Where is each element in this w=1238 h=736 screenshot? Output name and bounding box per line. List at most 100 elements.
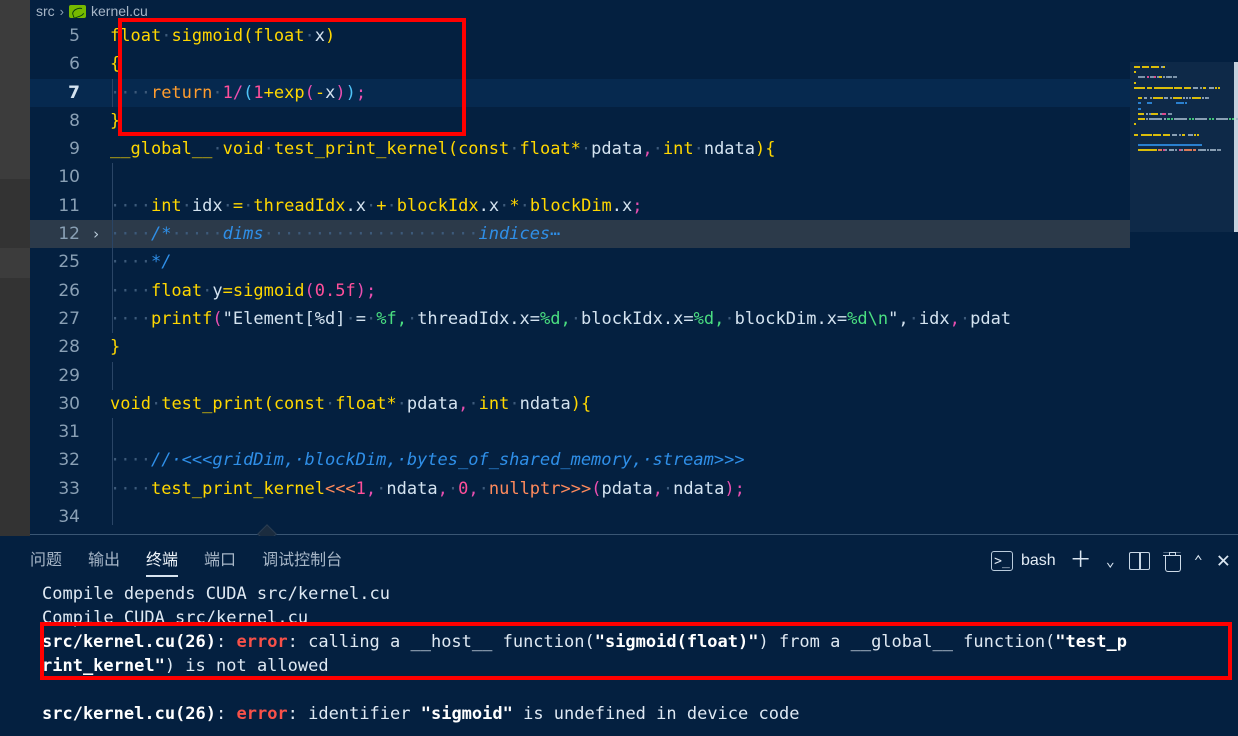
code-line-11[interactable]: 11 ····int·idx·=·threadIdx.x·+·blockIdx.x… <box>30 191 1238 221</box>
new-terminal-button[interactable]: ＋ <box>1070 550 1092 572</box>
code-text: { <box>110 54 121 75</box>
line-number: 34 <box>58 507 80 525</box>
close-panel-button[interactable]: ✕ <box>1217 550 1230 572</box>
minimap-token <box>1138 107 1141 110</box>
split-terminal-button[interactable] <box>1128 552 1150 570</box>
panel-tab-4[interactable]: 调试控制台 <box>262 546 342 577</box>
minimap-token <box>1147 86 1152 89</box>
code-line-31[interactable]: 31 <box>30 418 1238 447</box>
chevron-up-icon: ⌃ <box>1193 551 1203 570</box>
minimap-token <box>1184 102 1187 105</box>
panel-tab-2[interactable]: 终端 <box>146 546 179 577</box>
code-text: void·test_print(const·float*·pdata,·int·… <box>110 393 592 414</box>
terminal-chevron-icon: >_ <box>990 551 1013 571</box>
indent-guide <box>112 446 113 475</box>
minimap-token <box>1134 123 1136 126</box>
code-text: __global__·void·test_print_kernel(const·… <box>110 139 776 160</box>
split-terminal-icon <box>1128 552 1150 570</box>
terminal-output[interactable]: Compile depends CUDA src/kernel.cu Compil… <box>30 582 1238 736</box>
minimap-token <box>1138 118 1145 120</box>
editor-minimap[interactable] <box>1130 0 1238 525</box>
minimap-token <box>1149 97 1152 100</box>
panel-tab-3[interactable]: 端口 <box>204 546 236 577</box>
terminal-line: src/kernel.cu(26): error: calling a __ho… <box>42 632 1127 652</box>
breadcrumb-folder[interactable]: src <box>36 3 55 19</box>
minimap-token <box>1217 86 1220 89</box>
editor-panel-sash[interactable] <box>30 534 1238 535</box>
code-line-10[interactable]: 10 <box>30 163 1238 192</box>
vscode-window: src › kernel.cu 5 float·sigmoid(float·x) 6… <box>0 0 1238 736</box>
indent-guide <box>112 361 113 390</box>
minimap-token <box>1153 66 1159 68</box>
code-text: ····*/ <box>110 252 172 273</box>
shell-label: bash <box>1020 552 1056 569</box>
terminal-line: src/kernel.cu(26): error: identifier "si… <box>42 704 800 724</box>
code-line-6[interactable]: 6{ <box>30 50 1238 78</box>
indent-guide <box>112 191 113 221</box>
terminal-profile-dropdown[interactable]: ⌄ <box>1106 553 1115 569</box>
fold-chevron-icon[interactable]: › <box>88 220 104 248</box>
code-text: ····//·<<<gridDim,·blockDim,·bytes_of_sh… <box>110 450 745 471</box>
nvidia-cuda-icon <box>69 4 87 18</box>
minimap-token <box>1134 81 1136 84</box>
minimap-token <box>1187 133 1194 136</box>
code-line-29[interactable]: 29 <box>30 361 1238 390</box>
minimap-token <box>1199 86 1202 89</box>
code-line-30[interactable]: 30 void·test_print(const·float*·pdata,·in… <box>30 390 1238 418</box>
minimap-token <box>1153 97 1163 100</box>
code-text: float·sigmoid(float·x) <box>110 26 336 46</box>
panel-tab-bar[interactable]: 问题 输出 终端 端口 调试控制台 <box>30 541 368 581</box>
active-terminal-indicator[interactable]: >_ bash <box>990 551 1056 571</box>
line-number: 29 <box>58 365 80 386</box>
code-line-7[interactable]: 7 ····return·1/(1+exp(-x)); <box>30 78 1238 107</box>
minimap-token <box>1192 118 1194 120</box>
code-line-25[interactable]: 25 ····*/ <box>30 248 1238 277</box>
minimap-token <box>1138 112 1144 115</box>
code-line-9[interactable]: 9 __global__·void·test_print_kernel(const… <box>30 135 1238 163</box>
explorer-sidebar-strip <box>0 0 30 550</box>
code-line-32[interactable]: 32 ····//·<<<gridDim,·blockDim,·bytes_of_… <box>30 446 1238 475</box>
editor-vertical-scrollbar[interactable] <box>1234 62 1238 232</box>
terminal-line: Compile CUDA src/kernel.cu <box>42 608 309 628</box>
line-number: 32 <box>58 450 80 471</box>
code-line-27[interactable]: 27 ····printf("Element[%d]·=·%f,·threadId… <box>30 304 1238 334</box>
code-line-34[interactable]: 34 <box>30 503 1238 525</box>
kill-terminal-button[interactable] <box>1162 551 1181 572</box>
minimap-token <box>1200 149 1206 152</box>
breadcrumb[interactable]: src › kernel.cu <box>30 0 1238 22</box>
panel-action-bar: >_ bash ＋ ⌄ ⌃ ✕ <box>990 544 1230 578</box>
bottom-panel: 问题 输出 终端 端口 调试控制台 >_ bash ＋ ⌄ ⌃ ✕ Compile de… <box>0 536 1238 736</box>
code-line-5[interactable]: 5 float·sigmoid(float·x) <box>30 22 1238 50</box>
editor-pane: src › kernel.cu 5 float·sigmoid(float·x) 6… <box>30 0 1238 548</box>
indent-guide <box>112 474 113 504</box>
panel-tab-1[interactable]: 输出 <box>88 546 120 577</box>
minimap-token <box>1138 144 1203 146</box>
panel-left-gutter <box>0 536 30 736</box>
code-line-33[interactable]: 33 ····test_print_kernel<<<1,·ndata,·0,·n… <box>30 474 1238 504</box>
line-number: 7 <box>68 82 80 103</box>
minimap-token <box>1175 149 1178 152</box>
code-line-26[interactable]: 26 ····float·y=sigmoid(0.5f); <box>30 276 1238 305</box>
line-number: 27 <box>58 308 80 329</box>
trash-icon <box>1162 551 1181 572</box>
minimap-token <box>1147 102 1152 105</box>
panel-tab-0[interactable]: 问题 <box>30 546 62 577</box>
code-line-12[interactable]: 12 › ····/*·····dims·····················i… <box>30 220 1238 249</box>
minimap-token <box>1206 97 1209 100</box>
code-line-8[interactable]: 8} <box>30 107 1238 135</box>
maximize-panel-button[interactable]: ⌃ <box>1193 551 1203 570</box>
code-line-28[interactable]: 28} <box>30 333 1238 361</box>
minimap-token <box>1158 149 1162 152</box>
minimap-token <box>1138 76 1145 79</box>
code-text: ····printf("Element[%d]·=·%f,·threadIdx.… <box>110 308 1012 329</box>
code-editor-content[interactable]: 5 float·sigmoid(float·x) 6{7 ····return·1/(… <box>30 22 1238 525</box>
breadcrumb-file[interactable]: kernel.cu <box>91 3 148 19</box>
minimap-token <box>1235 118 1238 120</box>
indent-guide <box>112 503 113 525</box>
minimap-token <box>1138 97 1142 100</box>
indent-guide <box>112 304 113 334</box>
